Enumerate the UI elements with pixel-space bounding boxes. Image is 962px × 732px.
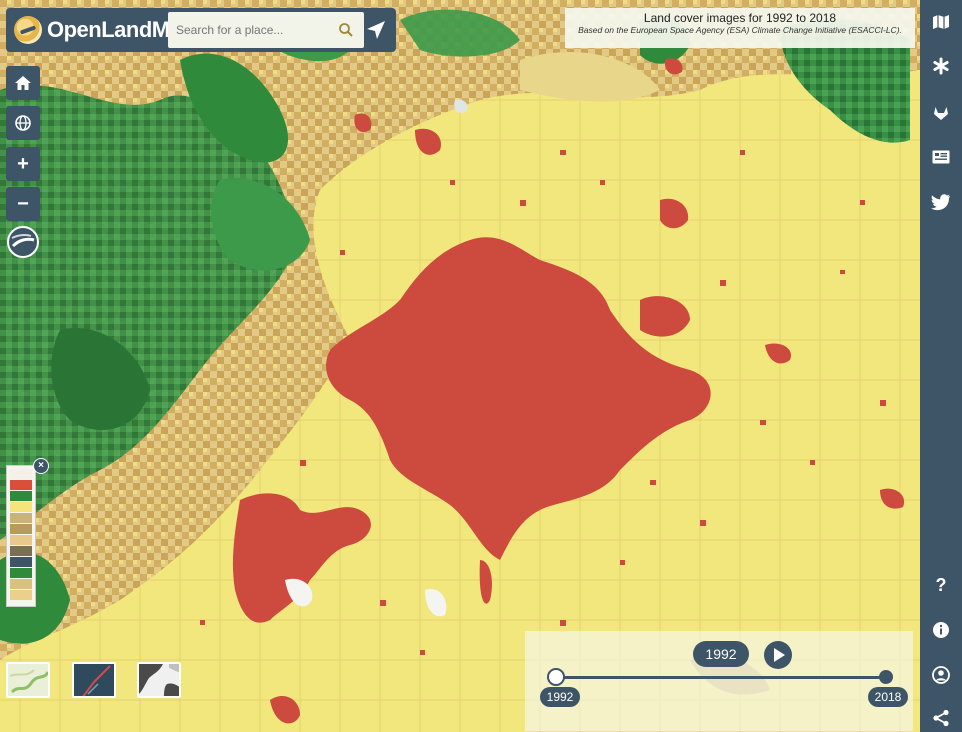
basemap-dark-thumbnail[interactable] — [72, 662, 116, 698]
globe-icon — [15, 115, 31, 131]
land-cover-map — [0, 0, 920, 732]
search-input[interactable] — [168, 14, 328, 46]
legend-swatch — [10, 502, 32, 512]
current-year-badge: 1992 — [693, 641, 749, 667]
user-account-icon[interactable] — [931, 665, 951, 685]
gitlab-icon[interactable] — [931, 103, 951, 123]
openlandmap-logo-icon[interactable] — [14, 16, 42, 44]
search-box — [168, 12, 364, 48]
legend-swatch — [10, 524, 32, 534]
legend-swatch — [10, 469, 32, 479]
globe-view-button[interactable] — [6, 106, 40, 140]
help-icon[interactable]: ? — [931, 575, 951, 595]
home-button[interactable] — [6, 66, 40, 100]
time-slider-handle[interactable] — [547, 668, 565, 686]
zoom-out-button[interactable]: − — [6, 187, 40, 221]
time-slider-end-marker — [879, 670, 893, 684]
end-year-label: 2018 — [868, 687, 908, 707]
legend-swatch — [10, 535, 32, 545]
search-icon[interactable] — [338, 22, 354, 38]
legend-swatch — [10, 546, 32, 556]
layer-title: Land cover images for 1992 to 2018 — [643, 11, 837, 25]
map-legend[interactable]: × — [6, 458, 49, 607]
home-icon — [15, 76, 31, 90]
legend-swatch — [10, 579, 32, 589]
legend-swatch — [10, 480, 32, 490]
start-year-label: 1992 — [540, 687, 580, 707]
share-icon[interactable] — [931, 708, 951, 728]
right-sidebar: ? — [920, 0, 962, 732]
time-slider-track[interactable] — [555, 676, 887, 679]
legend-swatch — [10, 513, 32, 523]
asterisk-icon[interactable] — [931, 56, 951, 76]
layer-title-panel: Land cover images for 1992 to 2018 Based… — [565, 8, 915, 48]
play-animation-button[interactable] — [764, 641, 792, 669]
layer-source: Based on the European Space Agency (ESA)… — [578, 25, 902, 35]
legend-swatch — [10, 557, 32, 567]
news-list-icon[interactable] — [931, 147, 951, 167]
zoom-in-button[interactable]: + — [6, 147, 40, 181]
basemap-satellite-thumbnail[interactable] — [137, 662, 181, 698]
legend-swatches — [10, 469, 32, 600]
close-legend-icon[interactable]: × — [33, 458, 49, 474]
layers-map-icon[interactable] — [931, 12, 951, 32]
map-canvas[interactable] — [0, 0, 920, 732]
top-bar: OpenLandMap — [6, 8, 396, 52]
locate-arrow-icon[interactable] — [364, 18, 388, 42]
basemap-terrain-thumbnail[interactable] — [6, 662, 50, 698]
twitter-icon[interactable] — [931, 192, 951, 212]
legend-swatch — [10, 568, 32, 578]
time-slider-panel: 1992 1992 2018 — [525, 631, 913, 731]
info-icon[interactable] — [931, 620, 951, 640]
3d-globe-toggle-icon[interactable] — [7, 226, 39, 258]
legend-swatch — [10, 590, 32, 600]
legend-swatch — [10, 491, 32, 501]
